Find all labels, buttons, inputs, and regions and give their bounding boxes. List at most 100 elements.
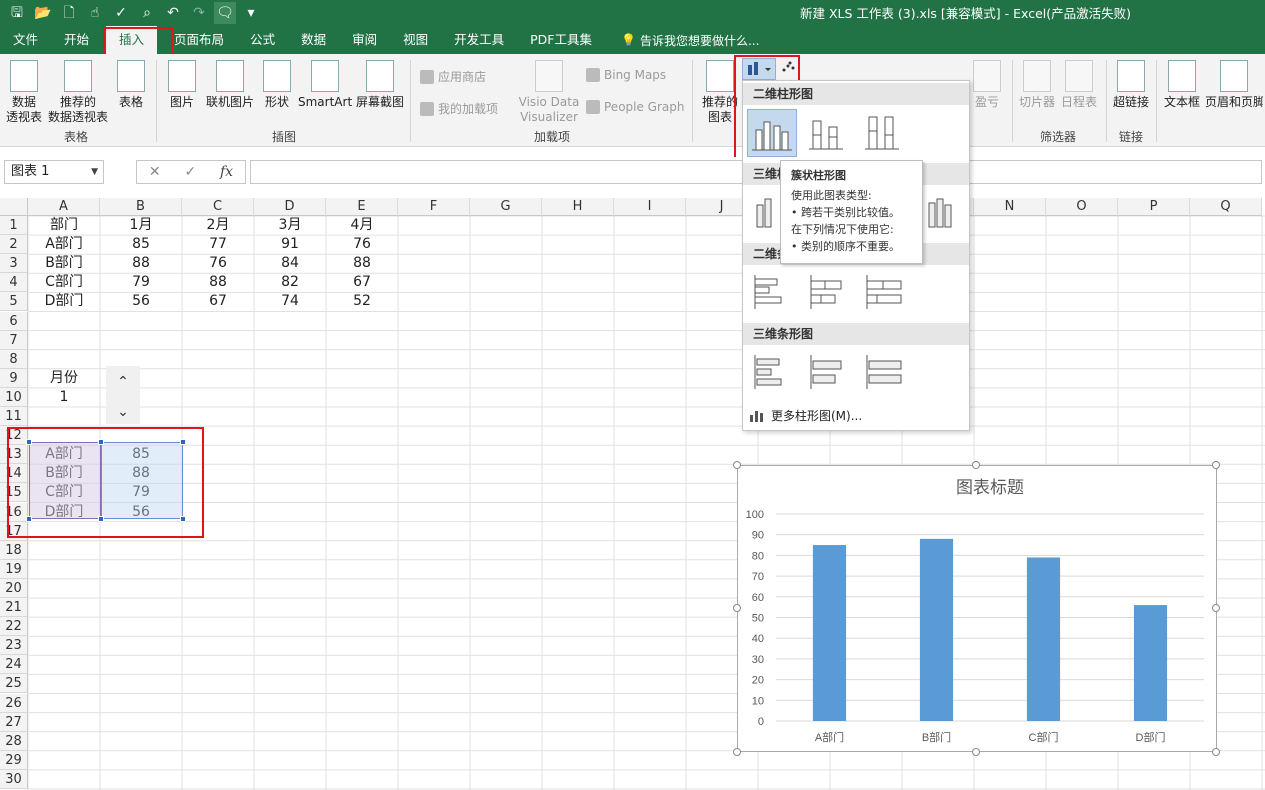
chart-resize-handle[interactable] (1212, 461, 1220, 469)
row-header-25[interactable]: 25 (0, 674, 28, 694)
row-header-21[interactable]: 21 (0, 598, 28, 618)
row-header-11[interactable]: 11 (0, 407, 28, 427)
spelling-icon[interactable]: ✓ (110, 2, 132, 24)
stacked-bar-option[interactable] (807, 271, 849, 313)
screenshot-button[interactable]: 屏幕截图 (356, 60, 404, 110)
touch-mode-icon[interactable]: ☝ (84, 2, 106, 24)
data-cell[interactable]: A部门 (28, 235, 100, 254)
data-cell[interactable]: 85 (100, 235, 182, 254)
tab-view[interactable]: 视图 (390, 26, 441, 54)
select-all-corner[interactable] (0, 198, 28, 216)
chart-resize-handle[interactable] (972, 461, 980, 469)
save-icon[interactable]: 🖫 (6, 2, 28, 24)
3d-percent-stacked-bar-option[interactable] (863, 351, 905, 393)
data-cell[interactable]: 88 (326, 254, 398, 273)
data-cell[interactable]: 88 (100, 254, 182, 273)
3d-column-option[interactable] (923, 191, 965, 233)
data-cell[interactable]: 82 (254, 273, 326, 292)
header-cell[interactable]: 2月 (182, 216, 254, 235)
month-spinner[interactable]: ⌃ ⌄ (106, 366, 140, 424)
row-header-18[interactable]: 18 (0, 540, 28, 560)
clustered-bar-option[interactable] (751, 271, 793, 313)
column-header-i[interactable]: I (614, 198, 686, 216)
chart-resize-handle[interactable] (733, 748, 741, 756)
data-cell[interactable]: 91 (254, 235, 326, 254)
row-header-26[interactable]: 26 (0, 693, 28, 713)
fx-button[interactable]: fx (220, 164, 233, 180)
column-header-h[interactable]: H (542, 198, 614, 216)
month-label-cell[interactable]: 月份 (28, 369, 100, 388)
pictures-button[interactable]: 图片 (166, 60, 198, 110)
stacked-column-option[interactable] (805, 111, 847, 153)
header-cell[interactable]: 部门 (28, 216, 100, 235)
header-cell[interactable]: 1月 (100, 216, 182, 235)
row-header-28[interactable]: 28 (0, 731, 28, 751)
bing-maps-button[interactable]: Bing Maps (586, 68, 666, 82)
data-cell[interactable]: 77 (182, 235, 254, 254)
column-header-e[interactable]: E (326, 198, 398, 216)
open-folder-icon[interactable]: 📂 (32, 2, 54, 24)
row-header-6[interactable]: 6 (0, 311, 28, 331)
data-cell[interactable]: 74 (254, 292, 326, 311)
data-cell[interactable]: 67 (182, 292, 254, 311)
chart-resize-handle[interactable] (1212, 604, 1220, 612)
enter-icon[interactable]: ✓ (184, 164, 196, 180)
online-pictures-button[interactable]: 联机图片 (204, 60, 256, 110)
table-button[interactable]: 表格 (114, 60, 148, 110)
undo-icon[interactable]: ↶ (162, 2, 184, 24)
people-graph-button[interactable]: People Graph (586, 100, 685, 114)
slicer-button[interactable]: 切片器 (1018, 60, 1056, 110)
data-cell[interactable]: D部门 (28, 292, 100, 311)
visio-button[interactable]: Visio Data Visualizer (518, 60, 580, 125)
row-header-19[interactable]: 19 (0, 559, 28, 579)
name-box[interactable]: 图表 1 ▼ (4, 160, 104, 184)
tell-me-search[interactable]: 💡 告诉我您想要做什么... (605, 32, 759, 49)
3d-clustered-bar-option[interactable] (751, 351, 793, 393)
row-header-27[interactable]: 27 (0, 712, 28, 732)
header-footer-button[interactable]: 页眉和页脚 (1205, 60, 1263, 110)
data-cell[interactable]: 79 (100, 273, 182, 292)
tab-data[interactable]: 数据 (288, 26, 339, 54)
data-cell[interactable]: 67 (326, 273, 398, 292)
row-header-24[interactable]: 24 (0, 655, 28, 675)
row-header-8[interactable]: 8 (0, 349, 28, 369)
header-cell[interactable]: 3月 (254, 216, 326, 235)
smartart-button[interactable]: SmartArt (298, 60, 352, 110)
spinner-up-icon[interactable]: ⌃ (106, 370, 140, 394)
row-header-23[interactable]: 23 (0, 636, 28, 656)
shapes-button[interactable]: 形状 (262, 60, 292, 110)
column-header-q[interactable]: Q (1190, 198, 1262, 216)
column-header-b[interactable]: B (100, 198, 182, 216)
month-value-cell[interactable]: 1 (28, 388, 100, 407)
row-header-20[interactable]: 20 (0, 578, 28, 598)
row-header-3[interactable]: 3 (0, 254, 28, 274)
chart-resize-handle[interactable] (1212, 748, 1220, 756)
chart-resize-handle[interactable] (733, 461, 741, 469)
row-header-22[interactable]: 22 (0, 617, 28, 637)
tab-developer[interactable]: 开发工具 (441, 26, 517, 54)
data-cell[interactable]: 56 (100, 292, 182, 311)
data-cell[interactable]: 76 (182, 254, 254, 273)
tab-formulas[interactable]: 公式 (237, 26, 288, 54)
column-header-g[interactable]: G (470, 198, 542, 216)
row-header-2[interactable]: 2 (0, 235, 28, 255)
my-addins-button[interactable]: 我的加载项 (420, 100, 498, 117)
tab-review[interactable]: 审阅 (339, 26, 390, 54)
textbox-button[interactable]: 文本框 (1162, 60, 1202, 110)
embedded-column-chart[interactable]: 图表标题 0 10 20 30 40 50 60 70 80 90 100 A部门 B部门 C部门 D部门 (737, 465, 1217, 752)
tab-home[interactable]: 开始 (51, 26, 102, 54)
row-header-1[interactable]: 1 (0, 216, 28, 236)
print-preview-icon[interactable]: ⌕ (136, 2, 158, 24)
hyperlink-button[interactable]: 超链接 (1112, 60, 1150, 110)
tab-file[interactable]: 文件 (0, 26, 51, 54)
data-cell[interactable]: 88 (182, 273, 254, 292)
column-header-p[interactable]: P (1118, 198, 1190, 216)
row-header-10[interactable]: 10 (0, 387, 28, 407)
data-cell[interactable]: 52 (326, 292, 398, 311)
row-header-7[interactable]: 7 (0, 330, 28, 350)
column-header-f[interactable]: F (398, 198, 470, 216)
3d-stacked-bar-option[interactable] (807, 351, 849, 393)
column-header-a[interactable]: A (28, 198, 100, 216)
header-cell[interactable]: 4月 (326, 216, 398, 235)
customize-qat-icon[interactable]: ▾ (240, 2, 262, 24)
